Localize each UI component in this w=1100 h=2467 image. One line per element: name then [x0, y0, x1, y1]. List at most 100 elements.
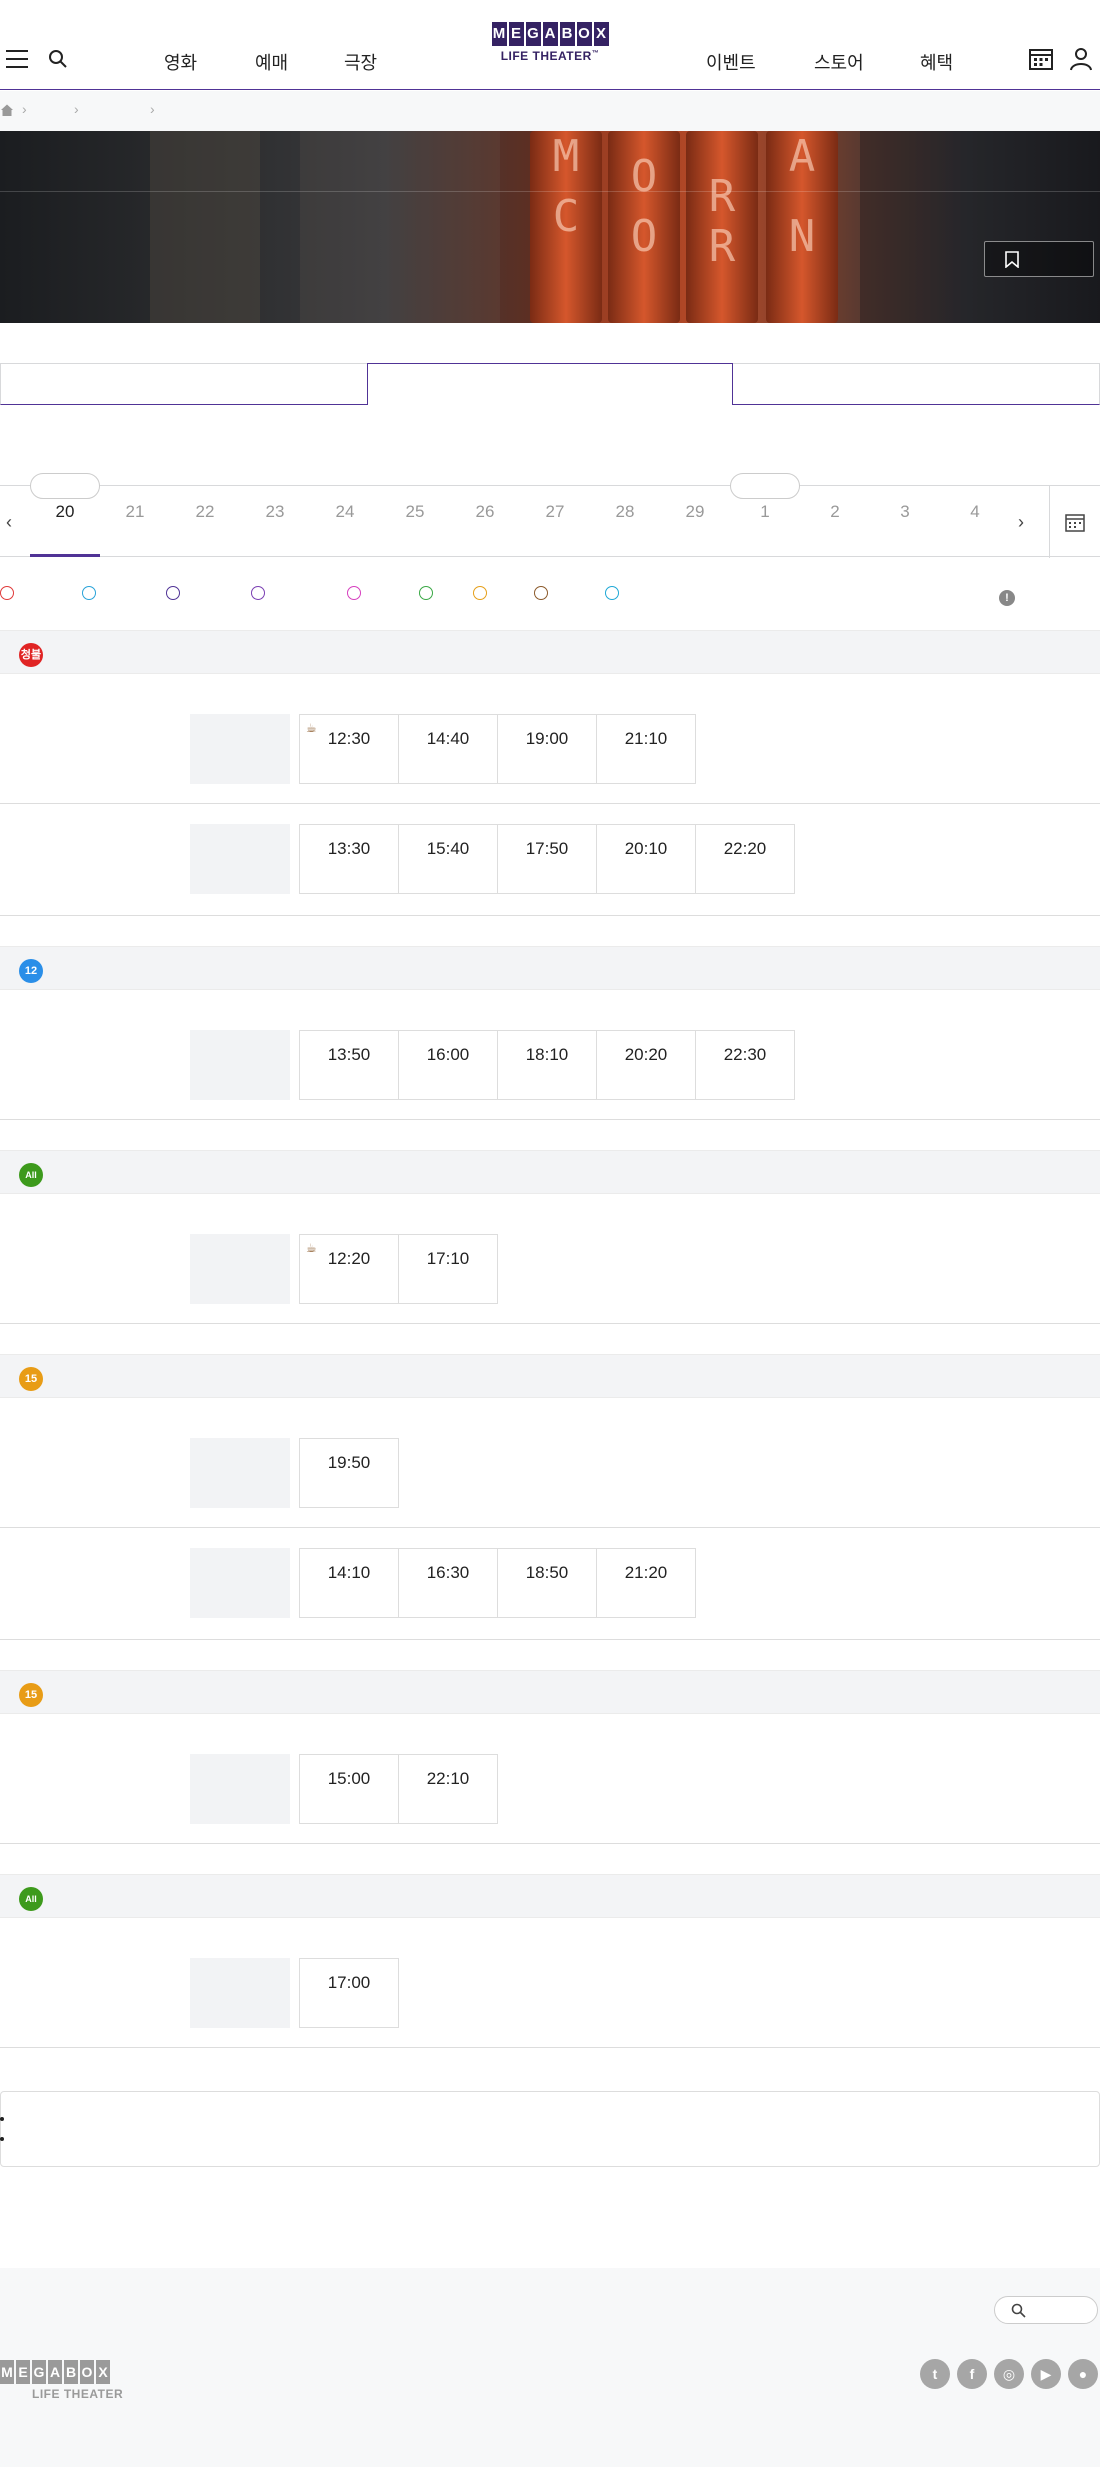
nav-movie[interactable]: 영화	[164, 49, 197, 75]
user-icon[interactable]	[1068, 46, 1094, 72]
footer-logo-subtitle: LIFE THEATER	[32, 2387, 124, 2401]
showtime-button[interactable]: 19:50	[299, 1438, 399, 1508]
date-item[interactable]: 3	[870, 502, 940, 522]
calendar-button[interactable]	[1049, 486, 1100, 558]
logo-subtitle: LIFE THEATER	[500, 49, 592, 63]
showtime-label: 17:50	[525, 839, 569, 858]
showtime-button[interactable]: 13:50	[299, 1030, 399, 1100]
showtime-button[interactable]: 20:10	[596, 824, 696, 894]
legend-icon-3	[166, 586, 180, 600]
tab-2-active[interactable]	[367, 363, 733, 405]
showtime-button[interactable]: 16:30	[398, 1548, 498, 1618]
showtime-button[interactable]: 15:40	[398, 824, 498, 894]
logo-letter: E	[16, 2360, 30, 2384]
date-item[interactable]: 29	[660, 502, 730, 522]
month-pill	[30, 473, 100, 499]
movie-header: 12	[0, 946, 1100, 990]
tab-3[interactable]	[733, 363, 1100, 405]
legend-icon-8	[534, 586, 548, 600]
date-item[interactable]: 1	[730, 502, 800, 522]
showtime-button[interactable]: 18:50	[497, 1548, 597, 1618]
legend-icon-9	[605, 586, 619, 600]
showtime-button[interactable]: 12:30 ☕	[299, 714, 399, 784]
menu-icon[interactable]	[6, 50, 28, 68]
age-rating-badge: 15	[19, 1367, 43, 1391]
twitter-icon[interactable]: t	[920, 2359, 950, 2389]
date-item[interactable]: 27	[520, 502, 590, 522]
date-item[interactable]: 2	[800, 502, 870, 522]
showtime-button[interactable]: 16:00	[398, 1030, 498, 1100]
showtime-button[interactable]: 15:00	[299, 1754, 399, 1824]
logo-letter: G	[32, 2360, 46, 2384]
showtime-button[interactable]: 18:10	[497, 1030, 597, 1100]
screen-row: 13:50 16:00 18:10 20:20 22:30	[0, 990, 1100, 1120]
date-item[interactable]: 28	[590, 502, 660, 522]
theater-search-field[interactable]	[994, 2296, 1098, 2324]
showtime-button[interactable]: 20:20	[596, 1030, 696, 1100]
showtime-label: 22:10	[426, 1769, 470, 1788]
home-icon[interactable]	[0, 103, 14, 117]
age-rating-badge: 청불	[19, 643, 43, 667]
showtime-label: 18:10	[525, 1045, 569, 1064]
logo-letter: A	[48, 2360, 62, 2384]
nav-benefit[interactable]: 혜택	[920, 49, 953, 75]
showtime-button[interactable]: 22:10	[398, 1754, 498, 1824]
logo-letter: O	[576, 22, 592, 46]
showtime-label: 19:00	[525, 729, 569, 748]
date-item[interactable]: 25	[380, 502, 450, 522]
age-rating-badge: All	[19, 1887, 43, 1911]
search-icon[interactable]	[48, 49, 68, 69]
date-item[interactable]: 23	[240, 502, 310, 522]
showtime-label: 12:30	[327, 729, 371, 748]
megabox-logo[interactable]: MEGABOX LIFE THEATER™	[480, 22, 620, 72]
logo-tm: ™	[591, 50, 600, 57]
date-item[interactable]: 4	[940, 502, 1010, 522]
showtime-label: 16:30	[426, 1563, 470, 1582]
movie-header: All	[0, 1874, 1100, 1918]
nav-event[interactable]: 이벤트	[706, 49, 756, 75]
date-item[interactable]: 24	[310, 502, 380, 522]
favorite-theater-button[interactable]	[984, 241, 1094, 277]
tab-1[interactable]	[0, 363, 367, 405]
theater-hero-banner: MC OO RR AN	[0, 131, 1100, 323]
showtime-button[interactable]: 17:00	[299, 1958, 399, 2028]
info-icon[interactable]: !	[999, 590, 1015, 606]
showtime-button[interactable]: 17:50	[497, 824, 597, 894]
date-prev-button[interactable]: ‹	[6, 512, 12, 533]
date-item[interactable]: 21	[100, 502, 170, 522]
showtime-button[interactable]: 14:40	[398, 714, 498, 784]
breadcrumb-separator: ›	[150, 101, 155, 117]
schedule-calendar-icon[interactable]	[1028, 46, 1054, 72]
hall-info	[190, 1548, 290, 1618]
showtime-button[interactable]: 22:20	[695, 824, 795, 894]
date-item[interactable]: 22	[170, 502, 240, 522]
play-icon[interactable]: ▶	[1031, 2359, 1061, 2389]
logo-letter: X	[593, 22, 609, 46]
hall-info	[190, 1754, 290, 1824]
showtime-button[interactable]: 12:20 ☕	[299, 1234, 399, 1304]
showtime-button[interactable]: 19:00	[497, 714, 597, 784]
screen-row: 15:00 22:10	[0, 1714, 1100, 1844]
showtime-label: 22:30	[723, 1045, 767, 1064]
date-selector: ‹ 20 21 22 23 24 25 26 27 28 29 1 2 3 4 ›	[0, 473, 1100, 558]
showtime-label: 14:40	[426, 729, 470, 748]
showtime-button[interactable]: 21:20	[596, 1548, 696, 1618]
nav-booking[interactable]: 예매	[255, 49, 288, 75]
showtime-label: 20:20	[624, 1045, 668, 1064]
facebook-icon[interactable]: f	[957, 2359, 987, 2389]
date-item[interactable]: 26	[450, 502, 520, 522]
date-next-button[interactable]: ›	[1018, 512, 1024, 533]
apple-icon[interactable]: ●	[1068, 2359, 1098, 2389]
showtime-button[interactable]: 14:10	[299, 1548, 399, 1618]
footer-logo: MEGABOX LIFE THEATER	[0, 2360, 150, 2401]
showtime-button[interactable]: 13:30	[299, 824, 399, 894]
showtime-button[interactable]: 22:30	[695, 1030, 795, 1100]
date-item[interactable]: 20	[30, 502, 100, 522]
showtime-label: 12:20	[327, 1249, 371, 1268]
showtime-button[interactable]: 21:10	[596, 714, 696, 784]
instagram-icon[interactable]: ◎	[994, 2359, 1024, 2389]
showtime-button[interactable]: 17:10	[398, 1234, 498, 1304]
hall-info	[190, 1234, 290, 1304]
nav-store[interactable]: 스토어	[814, 49, 864, 75]
nav-theater[interactable]: 극장	[344, 49, 377, 75]
